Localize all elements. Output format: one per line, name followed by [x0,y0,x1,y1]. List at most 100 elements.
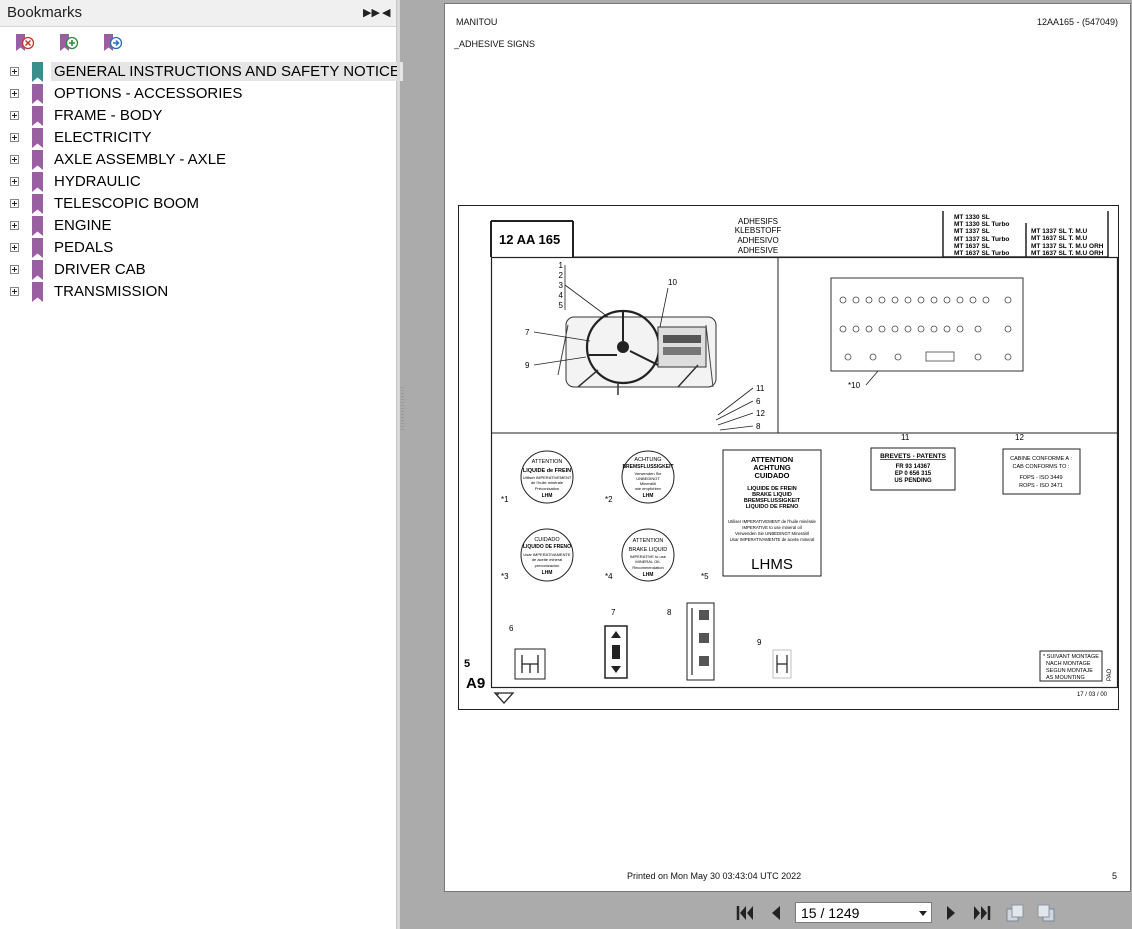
callout-number: 9 [757,638,762,647]
brake-fluid-label-fr: ATTENTION LIQUIDE de FREIN Utiliser IMPE… [520,450,574,504]
sticker-text: FOPS - ISO 3449 [1019,475,1062,481]
add-bookmark-icon[interactable] [57,33,79,53]
drawing-title: KLEBSTOFF [735,226,782,235]
expand-toggle[interactable] [10,287,19,296]
model-name: MT 1637 SL [954,243,990,250]
sticker-text: * SUIVANT MONTAGE [1043,654,1099,660]
drawing-title: ADHESIVE [738,246,778,255]
sticker-text: BREMSFLUSSIGKEIT [622,464,673,470]
bookmark-label: ENGINE [54,217,112,234]
model-name: MT 1330 SL [954,214,990,221]
brake-fluid-label-es: CUIDADO LIQUIDO DE FRENO Usar IMPERATIVA… [520,528,574,582]
bookmark-item-frame-body[interactable]: FRAME - BODY [0,105,396,127]
callout-number: *2 [605,495,613,504]
drawing-title: ADHESIVO [737,236,778,245]
previous-page-icon[interactable] [766,903,786,923]
model-name: MT 1637 SL Turbo [954,250,1009,257]
header-right: 12AA165 - (547049) [1036,17,1118,27]
callout-number: 8 [756,422,761,431]
callout-number: 12 [1015,433,1024,442]
sticker-text: CUIDADO [534,537,560,543]
model-name: MT 1337 SL T. M.U [1031,228,1088,235]
callout-number: 8 [667,608,672,617]
sheet-code: A9 [466,675,485,692]
sticker-text: de l'huile minérale [531,480,564,485]
chevron-down-icon[interactable] [919,911,927,916]
bookmark-icon [32,62,43,82]
sticker-text: IMPERATIVE to use mineral oil [742,525,801,530]
bookmark-label: FRAME - BODY [54,107,163,124]
expand-toggle[interactable] [10,67,19,76]
bookmark-item-options[interactable]: OPTIONS - ACCESSORIES [0,83,396,105]
sticker-text: LHMS [751,556,793,573]
delete-bookmark-icon[interactable] [13,33,35,53]
expand-toggle[interactable] [10,265,19,274]
cab-conformity-label: CABINE CONFORME A : CAB CONFORMS TO : FO… [1002,448,1081,495]
bookmark-item-general-instructions[interactable]: GENERAL INSTRUCTIONS AND SAFETY NOTICE [0,61,403,83]
bookmark-item-axle[interactable]: AXLE ASSEMBLY - AXLE [0,149,396,171]
expand-toggle[interactable] [10,111,19,120]
footer-printed: Printed on Mon May 30 03:43:04 UTC 2022 [627,871,802,881]
sticker-text: LHM [542,493,553,499]
bookmark-icon [32,194,43,214]
sticker-text: LHM [643,493,654,499]
bookmarks-title: Bookmarks [7,4,83,21]
bookmark-item-pedals[interactable]: PEDALS [0,237,396,259]
bookmark-label: AXLE ASSEMBLY - AXLE [54,151,227,168]
model-name: MT 1337 SL T. M.U ORH [1031,243,1104,250]
model-name: MT 1637 SL T. M.U ORH [1031,250,1104,257]
panel-splitter[interactable] [397,0,400,929]
callout-number: 7 [611,608,616,617]
last-page-icon[interactable] [972,903,992,923]
expand-toggle[interactable] [10,155,19,164]
callout-number: 6 [756,397,761,406]
bookmarks-header: Bookmarks ▶▶ ◀ [0,0,396,27]
expand-toggle[interactable] [10,243,19,252]
sticker-text: ROPS - ISO 3471 [1019,483,1063,489]
sticker-text: LIQUIDO DE FRENO [523,544,571,550]
sticker-text: LIQUIDO DE FRENO [746,504,800,510]
expand-toggle[interactable] [10,89,19,98]
bookmark-item-driver-cab[interactable]: DRIVER CAB [0,259,396,281]
sticker-text: US PENDING [894,478,932,484]
expand-toggle[interactable] [10,199,19,208]
callout-number: 11 [901,433,910,442]
sticker-text: ACHTUNG [634,457,661,463]
bookmark-item-engine[interactable]: ENGINE [0,215,396,237]
header-left: MANITOU [456,17,498,27]
model-name: MT 1337 SL Turbo [954,236,1009,243]
expand-toggle[interactable] [10,133,19,142]
switch-panel-sticker [830,277,1024,372]
splitter-grip[interactable] [401,387,404,431]
page-number-input[interactable]: 15 / 1249 [795,902,932,923]
goto-bookmark-icon[interactable] [101,33,123,53]
pdf-page: MANITOU 12AA165 - (547049) _ADHESIVE SIG… [444,3,1131,892]
expand-panel-button[interactable]: ▶▶ [363,6,380,19]
bookmark-item-hydraulic[interactable]: HYDRAULIC [0,171,396,193]
sticker-text: LHM [542,570,553,576]
sticker-text: de aceite mineral [532,557,563,562]
bookmark-item-electricity[interactable]: ELECTRICITY [0,127,396,149]
adhesive-signs-drawing: 12 AA 165 ADHESIFS KLEBSTOFF ADHESIVO AD… [458,205,1119,710]
bookmark-item-transmission[interactable]: TRANSMISSION [0,281,396,303]
drawing-title: ADHESIFS [738,217,778,226]
callout-number: *10 [848,381,861,390]
bookmark-icon [32,216,43,236]
sticker-text: BRAKE LIQUID [629,547,668,553]
previous-view-icon[interactable] [1005,903,1025,923]
next-view-icon[interactable] [1036,903,1056,923]
sticker-text: BREVETS - PATENTS [880,453,947,460]
first-page-icon[interactable] [735,903,755,923]
expand-toggle[interactable] [10,177,19,186]
next-page-icon[interactable] [941,903,961,923]
bookmark-label: TRANSMISSION [54,283,169,300]
expand-toggle[interactable] [10,221,19,230]
bookmark-item-telescopic-boom[interactable]: TELESCOPIC BOOM [0,193,396,215]
bookmark-label: HYDRAULIC [54,173,141,190]
sticker-text: NACH MONTAGE [1046,661,1091,667]
close-panel-button[interactable]: ◀ [382,6,390,19]
axle-sticker [772,649,792,679]
bookmark-icon [32,84,43,104]
section-title: _ADHESIVE SIGNS [454,39,536,49]
callout-number: 6 [509,624,514,633]
